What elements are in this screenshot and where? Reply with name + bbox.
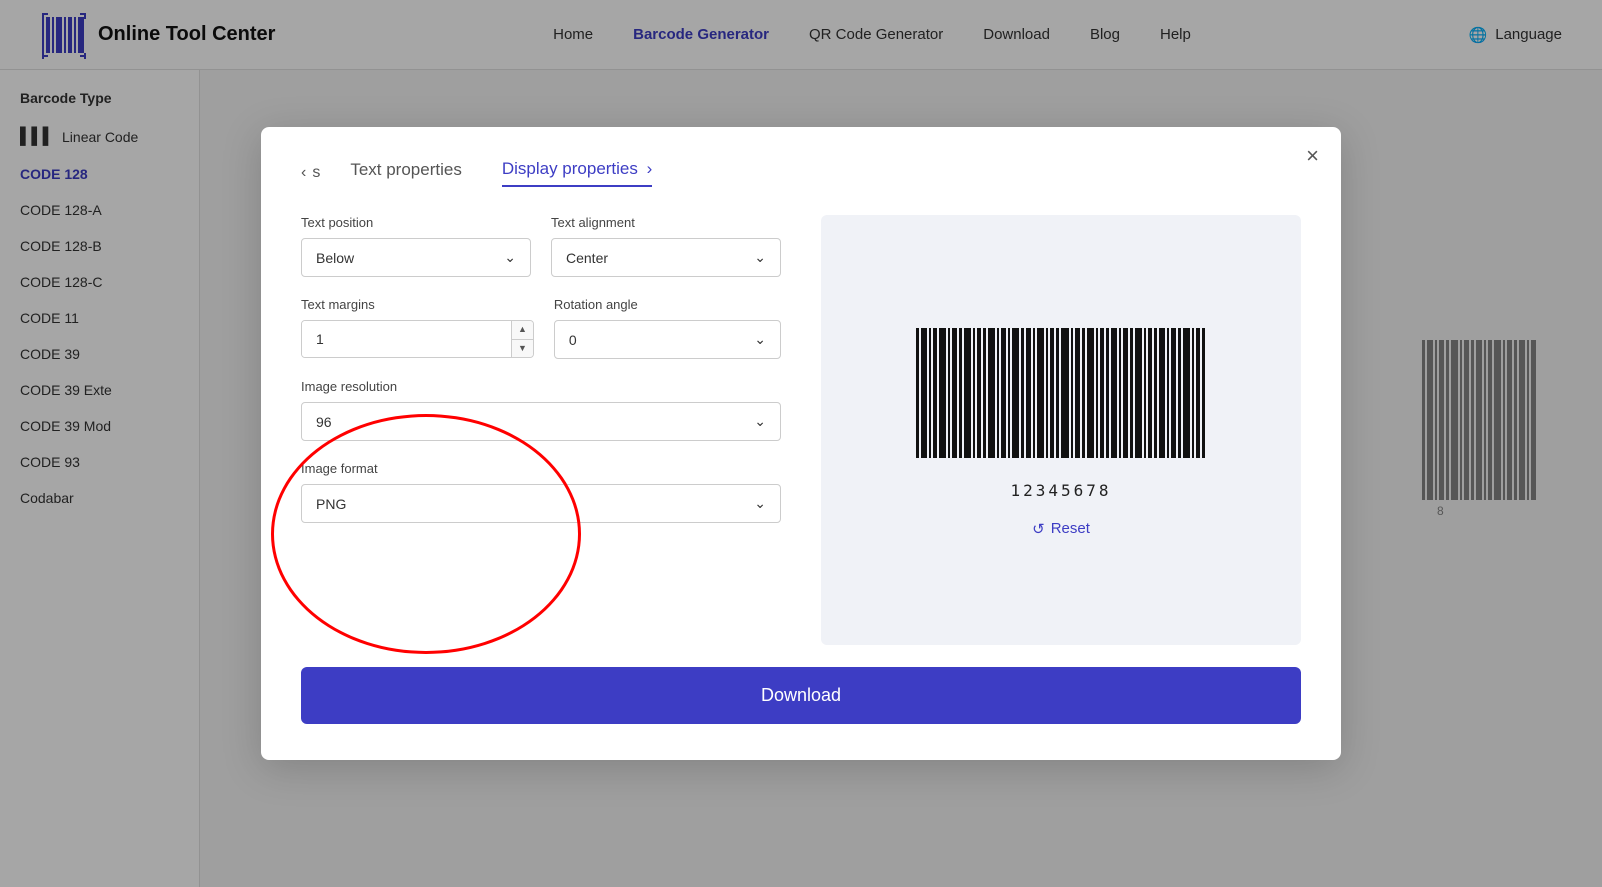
form-row-1: Text position Below ⌄ Text alignment Cen… — [301, 215, 781, 277]
tab-prev[interactable]: ‹ s — [301, 164, 320, 182]
close-button[interactable]: × — [1306, 145, 1319, 167]
chevron-down-icon: ⌄ — [754, 413, 766, 430]
rotation-angle-value: 0 — [569, 332, 577, 348]
form-row-2: Text margins ▲ ▼ Rotation angle 0 — [301, 297, 781, 359]
modal-tabs: ‹ s Text properties Display properties › — [301, 159, 1301, 187]
image-format-label: Image format — [301, 461, 781, 476]
form-row-3: Image resolution 96 ⌄ — [301, 379, 781, 441]
tab-display-properties[interactable]: Display properties › — [502, 159, 652, 187]
form-group-rotation: Rotation angle 0 ⌄ — [554, 297, 781, 359]
form-group-text-position: Text position Below ⌄ — [301, 215, 531, 277]
tab-display-label: Display properties — [502, 159, 638, 178]
text-alignment-value: Center — [566, 250, 608, 266]
modal-body: Text position Below ⌄ Text alignment Cen… — [301, 215, 1301, 645]
chevron-down-icon: ⌄ — [754, 249, 766, 266]
tab-prev-label: s — [312, 164, 320, 182]
text-position-value: Below — [316, 250, 354, 266]
modal-dialog: × ‹ s Text properties Display properties… — [261, 127, 1341, 760]
form-group-text-margins: Text margins ▲ ▼ — [301, 297, 534, 359]
modal-form: Text position Below ⌄ Text alignment Cen… — [301, 215, 781, 645]
rotation-angle-label: Rotation angle — [554, 297, 781, 312]
text-margins-field[interactable] — [302, 321, 511, 357]
chevron-down-icon: ⌄ — [754, 495, 766, 512]
barcode-number: 12345678 — [1010, 481, 1111, 500]
form-group-image-resolution: Image resolution 96 ⌄ — [301, 379, 781, 441]
text-alignment-label: Text alignment — [551, 215, 781, 230]
image-resolution-label: Image resolution — [301, 379, 781, 394]
barcode-preview-area: 12345678 ↺ Reset — [821, 215, 1301, 645]
download-button[interactable]: Download — [301, 667, 1301, 724]
spin-down-button[interactable]: ▼ — [512, 340, 533, 358]
text-margins-label: Text margins — [301, 297, 534, 312]
text-margins-input[interactable]: ▲ ▼ — [301, 320, 534, 358]
image-format-value: PNG — [316, 496, 346, 512]
barcode-image — [916, 323, 1206, 473]
chevron-right-icon: › — [647, 159, 653, 178]
chevron-left-icon: ‹ — [301, 164, 306, 182]
barcode-preview: 12345678 — [916, 323, 1206, 500]
image-resolution-select[interactable]: 96 ⌄ — [301, 402, 781, 441]
text-alignment-select[interactable]: Center ⌄ — [551, 238, 781, 277]
spin-buttons: ▲ ▼ — [511, 321, 533, 357]
reset-icon: ↺ — [1032, 520, 1045, 538]
image-format-select[interactable]: PNG ⌄ — [301, 484, 781, 523]
chevron-down-icon: ⌄ — [504, 249, 516, 266]
modal-overlay: × ‹ s Text properties Display properties… — [0, 0, 1602, 887]
tab-text-properties[interactable]: Text properties — [350, 160, 462, 186]
reset-button[interactable]: ↺ Reset — [1032, 520, 1090, 538]
chevron-down-icon: ⌄ — [754, 331, 766, 348]
form-row-4: Image format PNG ⌄ — [301, 461, 781, 523]
image-resolution-value: 96 — [316, 414, 332, 430]
spin-up-button[interactable]: ▲ — [512, 321, 533, 340]
form-group-text-alignment: Text alignment Center ⌄ — [551, 215, 781, 277]
rotation-angle-select[interactable]: 0 ⌄ — [554, 320, 781, 359]
reset-label: Reset — [1051, 520, 1090, 537]
text-position-label: Text position — [301, 215, 531, 230]
form-group-image-format: Image format PNG ⌄ — [301, 461, 781, 523]
text-position-select[interactable]: Below ⌄ — [301, 238, 531, 277]
